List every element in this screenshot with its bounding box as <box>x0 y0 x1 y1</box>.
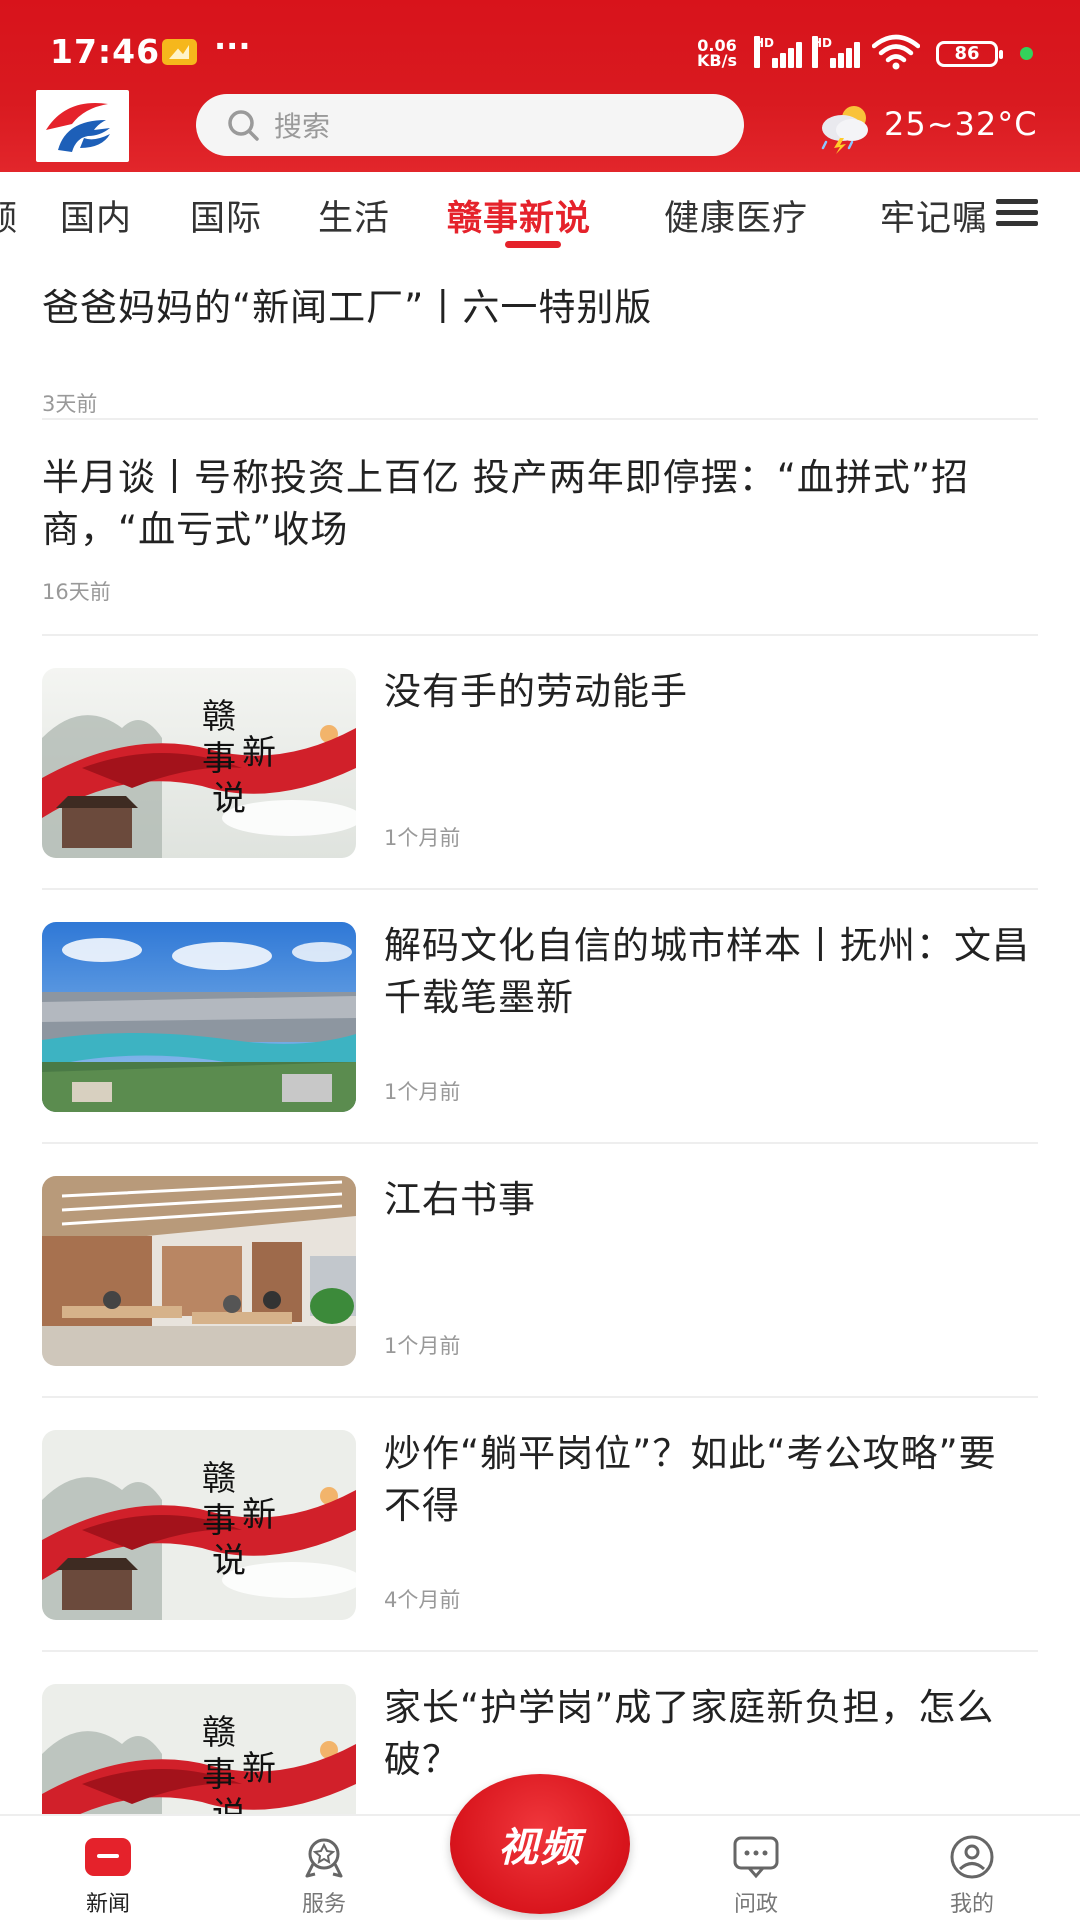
more-notifications-icon: ··· <box>214 27 251 65</box>
news-title: 解码文化自信的城市样本丨抚州：文昌千载笔墨新 <box>384 924 1030 1019</box>
top-header: 17:46 ··· 0.06 KB/s HD HD 86 搜索 25~32°C <box>0 0 1080 172</box>
news-item[interactable]: 解码文化自信的城市样本丨抚州：文昌千载笔墨新 1个月前 <box>42 922 1038 1112</box>
nav-politics[interactable]: 问政 <box>696 1834 816 1918</box>
channel-tabs: 频 国内 国际 生活 赣事新说 健康医疗 牢记嘱托 <box>0 172 1080 424</box>
tab-life[interactable]: 生活 <box>318 190 390 241</box>
news-title: 半月谈丨号称投资上百亿 投产两年即停摆：“血拼式”招商，“血亏式”收场 <box>42 456 970 551</box>
divider <box>42 1142 1038 1144</box>
news-time: 4个月前 <box>384 1588 461 1612</box>
news-time: 1个月前 <box>384 1080 461 1104</box>
news-title: 爸爸妈妈的“新闻工厂”丨六一特别版 <box>42 286 653 329</box>
temperature-range[interactable]: 25~32°C <box>884 105 1038 143</box>
divider <box>42 634 1038 636</box>
nav-service[interactable]: 服务 <box>264 1834 384 1918</box>
channel-menu-icon[interactable] <box>996 195 1042 229</box>
news-time: 1个月前 <box>384 826 461 850</box>
search-placeholder: 搜索 <box>274 110 331 143</box>
gallery-notification-icon <box>162 39 197 65</box>
divider <box>42 888 1038 890</box>
news-item[interactable]: 半月谈丨号称投资上百亿 投产两年即停摆：“血拼式”招商，“血亏式”收场 16天前 <box>42 452 1038 604</box>
news-thumbnail <box>42 1176 356 1366</box>
app-root: 17:46 ··· 0.06 KB/s HD HD 86 搜索 25~32°C … <box>0 0 1080 1920</box>
sim2-hd-label: HD <box>812 36 832 68</box>
battery-indicator: 86 <box>936 41 1003 67</box>
active-tab-indicator <box>505 241 561 248</box>
news-feed: 爸爸妈妈的“新闻工厂”丨六一特别版 3天前 半月谈丨号称投资上百亿 投产两年即停… <box>0 252 1080 1814</box>
news-time: 3天前 <box>42 392 98 416</box>
banner-char: 事 <box>202 1755 236 1795</box>
status-bar: 17:46 ··· 0.06 KB/s HD HD 86 <box>0 0 1080 92</box>
signal-icon: HD <box>812 36 864 68</box>
signal-icon: HD <box>754 36 806 68</box>
banner-char: 赣 <box>202 1713 236 1753</box>
banner-char: 赣 <box>202 697 236 737</box>
news-item[interactable]: 赣 事 新 说 炒作“躺平岗位”？如此“考公攻略”要不得 4个月前 <box>42 1430 1038 1620</box>
banner-char: 说 <box>212 1541 246 1581</box>
tab-remember[interactable]: 牢记嘱托 <box>880 190 988 240</box>
divider <box>42 418 1038 420</box>
nav-politics-label: 问政 <box>733 1892 778 1917</box>
news-title: 江右书事 <box>384 1178 536 1221</box>
logo-icon <box>46 103 110 152</box>
divider <box>42 1396 1038 1398</box>
divider <box>42 1650 1038 1652</box>
news-text: 家长“护学岗”成了家庭新负担，怎么破？ <box>384 1682 1034 1786</box>
tab-ganshi-xinshuo[interactable]: 赣事新说 <box>447 190 591 241</box>
news-item[interactable]: 爸爸妈妈的“新闻工厂”丨六一特别版 3天前 <box>42 282 1038 416</box>
news-title: 炒作“躺平岗位”？如此“考公攻略”要不得 <box>384 1432 997 1527</box>
news-thumbnail <box>42 922 356 1112</box>
banner-char: 新 <box>242 1749 276 1789</box>
news-text: 没有手的劳动能手 <box>384 666 1034 718</box>
charging-dot <box>1020 47 1033 60</box>
news-thumbnail: 赣 事 新 说 <box>42 668 356 858</box>
politics-chat-icon <box>731 1834 781 1880</box>
news-item[interactable]: 江右书事 1个月前 <box>42 1176 1038 1366</box>
library-interior-photo <box>42 1176 356 1366</box>
tab-domestic[interactable]: 国内 <box>60 190 132 241</box>
banner-char: 事 <box>202 739 236 779</box>
ganshi-xinshuo-banner: 赣 事 新 说 <box>42 668 356 858</box>
user-profile-icon <box>947 1834 997 1880</box>
network-speed: 0.06 KB/s <box>697 38 737 70</box>
search-icon <box>228 110 259 141</box>
news-title: 家长“护学岗”成了家庭新负担，怎么破？ <box>384 1686 995 1781</box>
nav-news[interactable]: 新闻 <box>48 1834 168 1918</box>
tab-international[interactable]: 国际 <box>190 190 262 241</box>
city-aerial-photo <box>42 922 356 1112</box>
banner-char: 事 <box>202 1501 236 1541</box>
wifi-icon <box>872 34 920 70</box>
banner-char: 赣 <box>202 1459 236 1499</box>
tab-health[interactable]: 健康医疗 <box>664 190 808 241</box>
nav-service-label: 服务 <box>301 1892 346 1917</box>
sim1-hd-label: HD <box>754 36 774 68</box>
ganshi-xinshuo-banner: 赣 事 新 说 <box>42 1430 356 1620</box>
news-thumbnail: 赣 事 新 说 <box>42 1430 356 1620</box>
service-badge-icon <box>299 1834 349 1880</box>
network-speed-unit: KB/s <box>697 51 737 70</box>
banner-char: 说 <box>212 1795 246 1814</box>
banner-char: 说 <box>212 779 246 819</box>
thunderstorm-cloud-icon[interactable] <box>816 100 874 154</box>
nav-mine[interactable]: 我的 <box>912 1834 1032 1918</box>
nav-mine-label: 我的 <box>949 1892 994 1917</box>
news-time: 1个月前 <box>384 1334 461 1358</box>
tab-partial-left[interactable]: 频 <box>0 190 18 241</box>
search-bar[interactable]: 搜索 <box>196 94 744 156</box>
news-time: 16天前 <box>42 580 111 604</box>
banner-char: 新 <box>242 1495 276 1535</box>
news-text: 江右书事 <box>384 1174 1034 1226</box>
video-button[interactable]: 视频 <box>450 1774 630 1914</box>
tab-clip: 牢记嘱托 <box>880 190 988 240</box>
news-item[interactable]: 赣 事 新 说 没有手的劳动能手 1个月前 <box>42 668 1038 858</box>
banner-char: 新 <box>242 733 276 773</box>
nav-news-label: 新闻 <box>85 1892 130 1917</box>
news-text: 炒作“躺平岗位”？如此“考公攻略”要不得 <box>384 1428 1034 1532</box>
status-time: 17:46 <box>50 32 161 71</box>
ganshi-xinshuo-banner: 赣 事 新 说 <box>42 1684 356 1814</box>
app-logo[interactable] <box>36 90 129 162</box>
news-icon <box>83 1834 133 1880</box>
news-title: 没有手的劳动能手 <box>384 670 688 713</box>
news-thumbnail: 赣 事 新 说 <box>42 1684 356 1814</box>
news-text: 解码文化自信的城市样本丨抚州：文昌千载笔墨新 <box>384 920 1034 1024</box>
